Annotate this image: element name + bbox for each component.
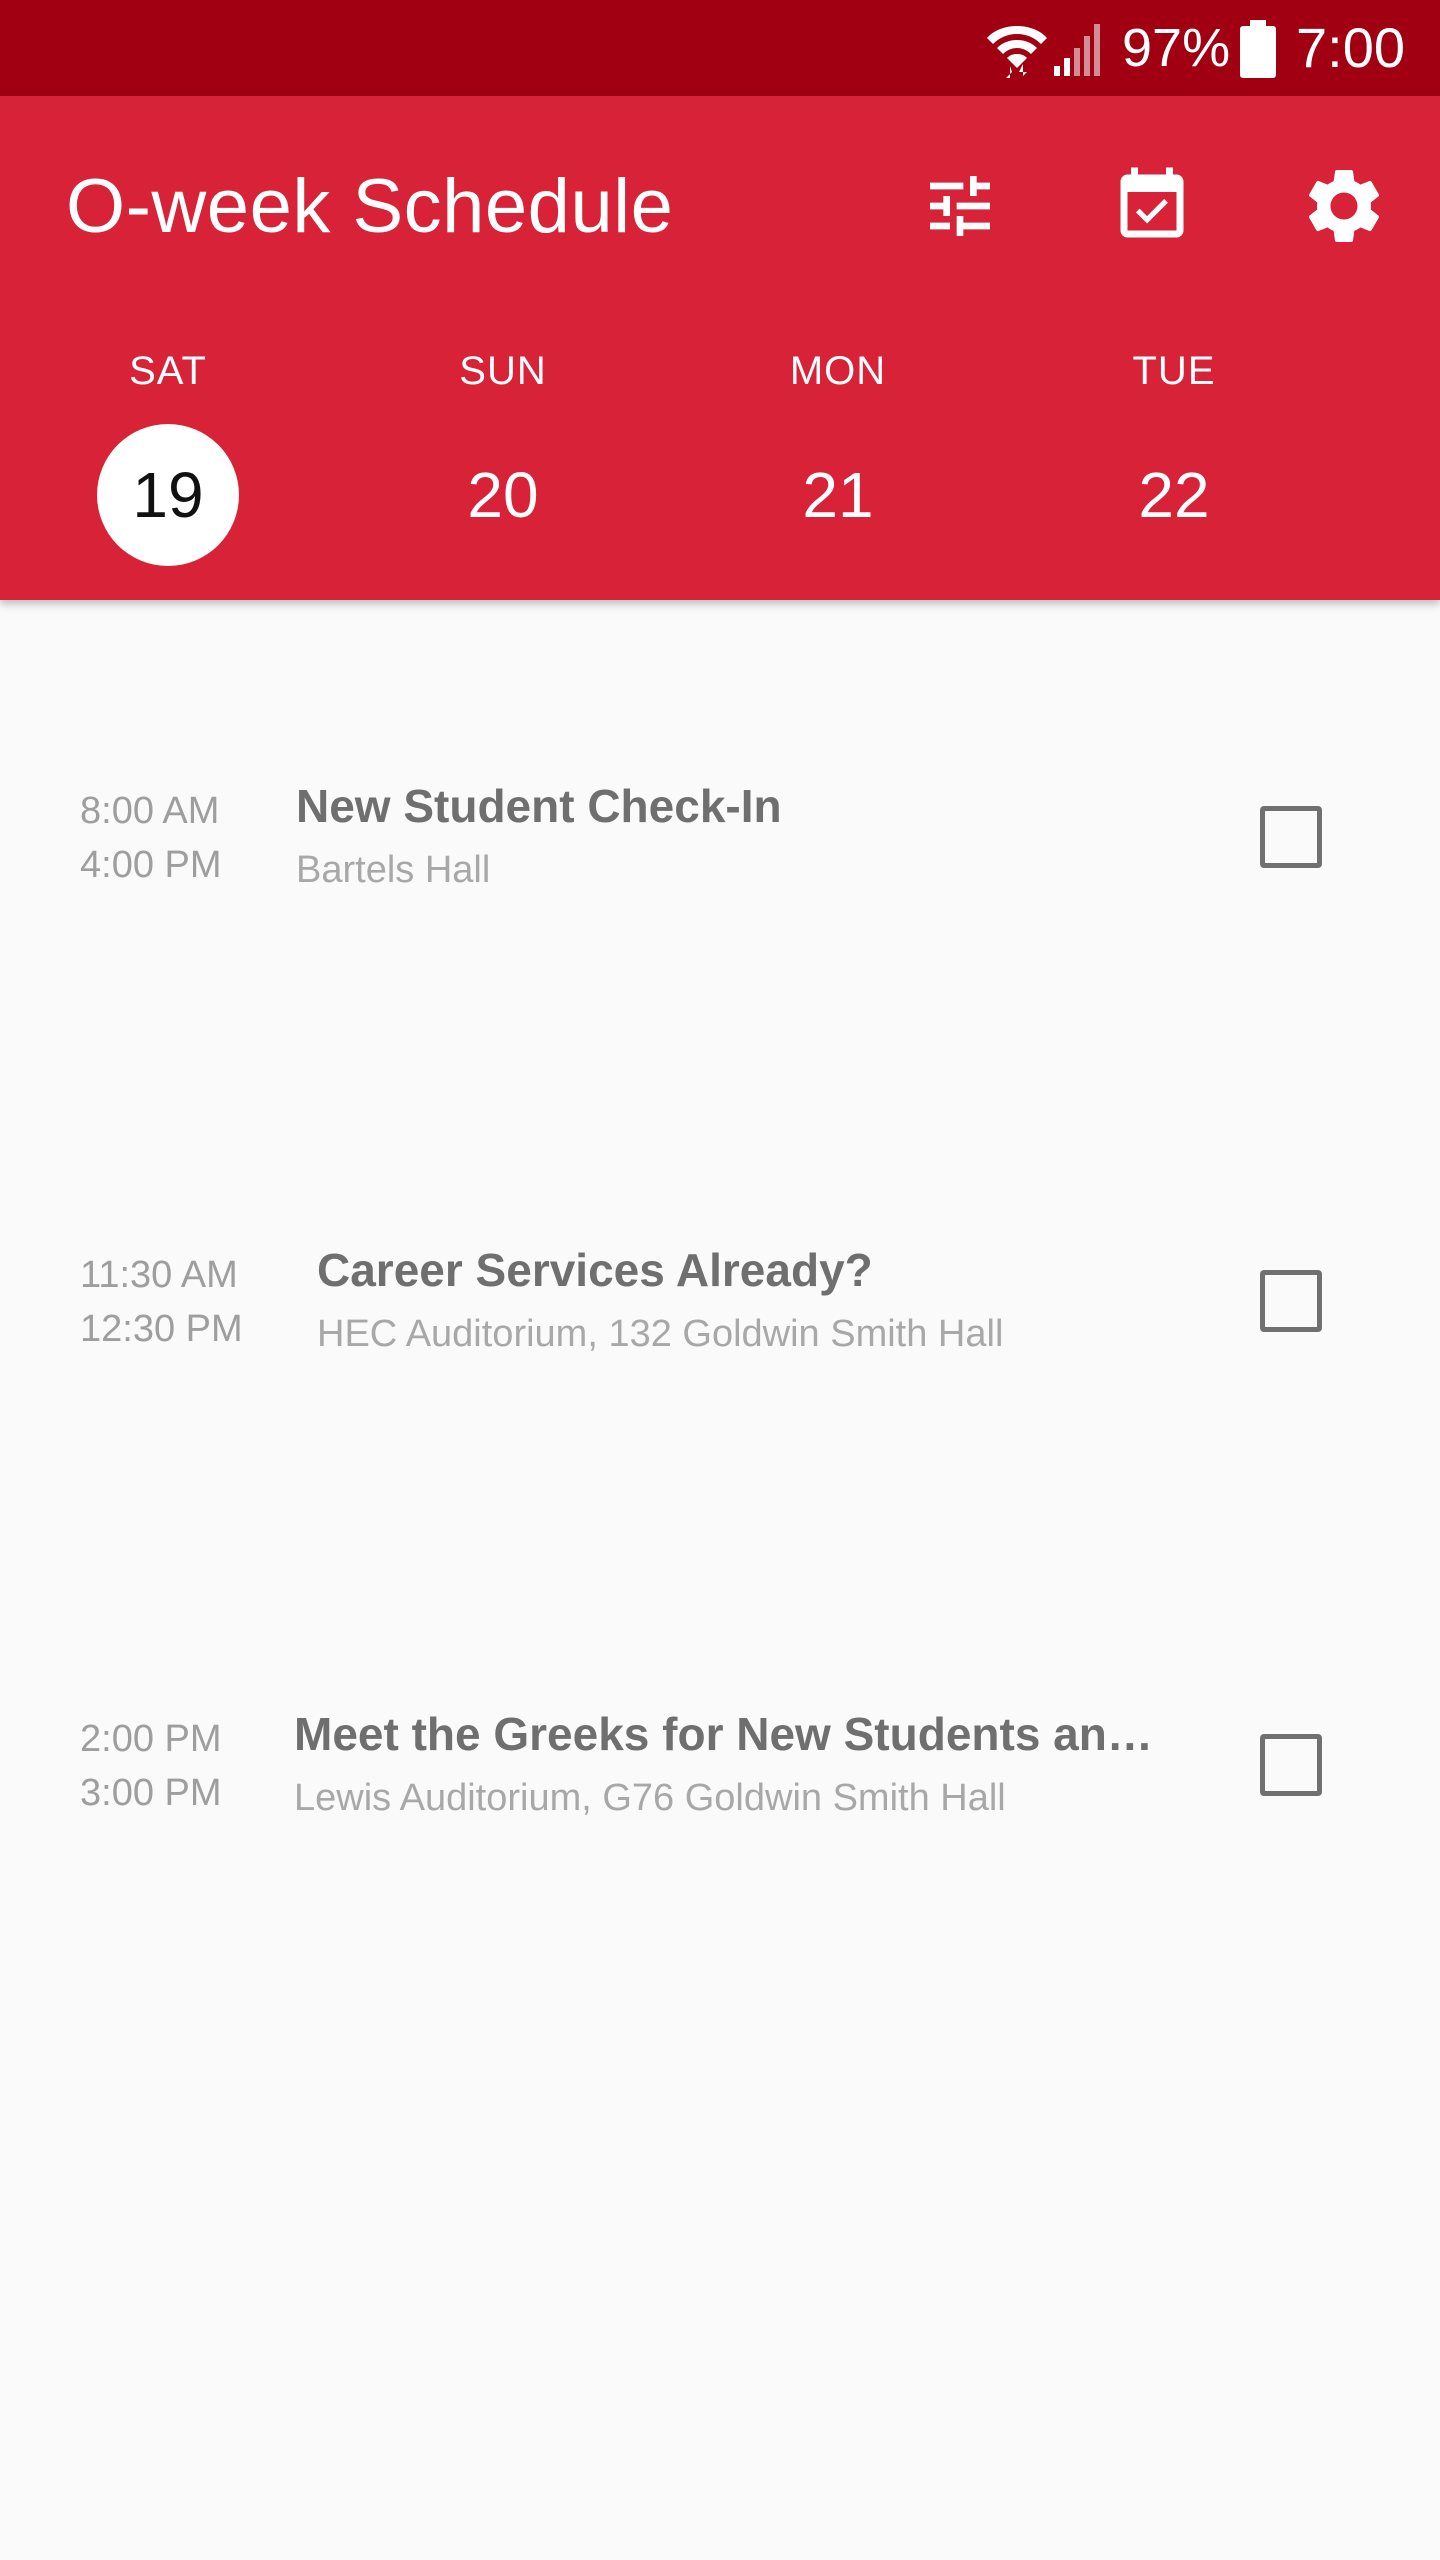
day-name: MON xyxy=(789,349,887,393)
event-location: HEC Auditorium, 132 Goldwin Smith Hall xyxy=(317,1313,1004,1355)
event-details: Career Services Already? HEC Auditorium,… xyxy=(317,1240,1177,1360)
filter-button[interactable] xyxy=(910,156,1010,256)
event-details: New Student Check-In Bartels Hall xyxy=(296,776,1156,896)
page-title: O-week Schedule xyxy=(66,164,674,249)
event-end-time: 4:00 PM xyxy=(80,844,222,886)
day-number: 20 xyxy=(467,459,539,531)
event-row[interactable]: 8:00 AM 4:00 PM New Student Check-In Bar… xyxy=(0,776,1440,926)
status-bar: 97% 7:00 xyxy=(0,0,1440,96)
wifi-icon xyxy=(986,20,1048,80)
event-title: Career Services Already? xyxy=(317,1244,873,1296)
event-start-time: 8:00 AM xyxy=(80,790,220,832)
event-time-range: 2:00 PM 3:00 PM xyxy=(80,1712,222,1820)
event-row[interactable]: 11:30 AM 12:30 PM Career Services Alread… xyxy=(0,1240,1440,1390)
app-bar: O-week Schedule SAT 19 SUN 20 MON 21 TUE… xyxy=(0,96,1440,600)
event-start-time: 2:00 PM xyxy=(80,1718,222,1760)
selected-day-indicator: 19 xyxy=(97,424,239,566)
event-checkbox[interactable] xyxy=(1260,1270,1322,1332)
my-schedule-button[interactable] xyxy=(1102,156,1202,256)
battery-percentage: 97% xyxy=(1122,18,1231,78)
calendar-check-icon xyxy=(1110,164,1194,248)
event-end-time: 3:00 PM xyxy=(80,1772,222,1814)
event-row[interactable]: 2:00 PM 3:00 PM Meet the Greeks for New … xyxy=(0,1704,1440,1854)
day-name: SUN xyxy=(459,349,547,393)
day-tab-tue[interactable]: TUE 22 xyxy=(1074,346,1274,576)
day-name: SAT xyxy=(129,349,207,393)
event-start-time: 11:30 AM xyxy=(80,1254,238,1296)
battery-icon xyxy=(1238,18,1278,80)
status-time: 7:00 xyxy=(1296,16,1405,79)
event-title: New Student Check-In xyxy=(296,780,782,832)
day-number: 22 xyxy=(1138,459,1210,531)
event-title: Meet the Greeks for New Students an… xyxy=(294,1708,1153,1760)
event-time-range: 8:00 AM 4:00 PM xyxy=(80,784,222,892)
day-name: TUE xyxy=(1132,349,1216,393)
settings-gear-icon xyxy=(1299,161,1389,251)
day-number: 19 xyxy=(132,459,204,531)
event-details: Meet the Greeks for New Students an… Lew… xyxy=(294,1704,1154,1824)
tune-filter-icon xyxy=(920,166,1000,246)
event-location: Lewis Auditorium, G76 Goldwin Smith Hall xyxy=(294,1777,1006,1819)
day-tab-sat[interactable]: SAT 19 xyxy=(68,346,268,576)
settings-button[interactable] xyxy=(1294,156,1394,256)
day-tab-mon[interactable]: MON 21 xyxy=(738,346,938,576)
event-time-range: 11:30 AM 12:30 PM xyxy=(80,1248,243,1356)
day-tab-sun[interactable]: SUN 20 xyxy=(403,346,603,576)
event-checkbox[interactable] xyxy=(1260,1734,1322,1796)
event-checkbox[interactable] xyxy=(1260,806,1322,868)
event-location: Bartels Hall xyxy=(296,849,491,891)
event-end-time: 12:30 PM xyxy=(80,1308,243,1350)
day-number: 21 xyxy=(802,459,874,531)
cell-signal-icon xyxy=(1052,20,1108,78)
